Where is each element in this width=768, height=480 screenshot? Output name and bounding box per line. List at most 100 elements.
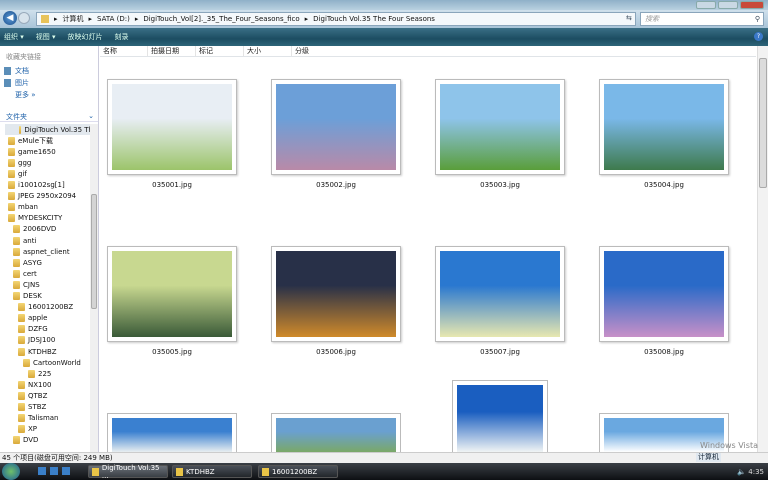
file-scrollbar[interactable] <box>757 46 768 452</box>
task-16001200bz[interactable]: 16001200BZ <box>258 465 338 478</box>
search-icon[interactable]: ⚲ <box>755 13 760 25</box>
favorite-more[interactable]: 更多 » <box>15 90 36 100</box>
tree-item[interactable]: STBZ <box>18 402 46 413</box>
tree-item[interactable]: mban <box>8 202 38 213</box>
file-thumbnail[interactable]: 035001.jpg <box>107 79 237 189</box>
folder-icon <box>13 280 20 289</box>
thumbnail-frame <box>452 380 548 452</box>
tree-item[interactable]: MYDESKCITY <box>8 213 62 224</box>
switch-windows-icon[interactable] <box>62 467 70 475</box>
tree-item-label: eMule下载 <box>18 136 54 145</box>
breadcrumb-sep: ▸ <box>88 15 93 23</box>
breadcrumb-sep: ▸ <box>134 15 139 23</box>
folder-icon <box>18 403 25 411</box>
volume-icon[interactable]: 🔈 <box>737 468 746 476</box>
tree-item[interactable]: ASYG <box>13 257 42 268</box>
file-thumbnail[interactable] <box>271 413 401 452</box>
tree-item[interactable]: QTBZ <box>18 390 47 401</box>
column-size[interactable]: 大小 <box>244 46 292 56</box>
favorite-pictures[interactable]: 图片 <box>4 78 29 88</box>
minimize-button[interactable] <box>696 1 716 9</box>
clock[interactable]: 4:35 <box>748 468 764 476</box>
tree-item[interactable]: NX100 <box>18 379 51 390</box>
file-thumbnail[interactable]: 035004.jpg <box>599 79 729 189</box>
tree-item[interactable]: Talisman <box>18 413 59 424</box>
thumbnail-frame <box>435 246 565 342</box>
file-thumbnail[interactable]: 035008.jpg <box>599 246 729 356</box>
file-thumbnail[interactable]: 035007.jpg <box>435 246 565 356</box>
tree-item[interactable]: JPEG 2950x2094 <box>8 191 76 202</box>
file-thumbnail[interactable]: 035006.jpg <box>271 246 401 356</box>
breadcrumb-drive[interactable]: SATA (D:) <box>97 15 130 23</box>
tree-item[interactable]: gif <box>8 168 27 179</box>
search-input[interactable]: 搜索 ⚲ <box>640 12 764 26</box>
organize-button[interactable]: 组织 ▾ <box>4 32 24 42</box>
tree-item[interactable]: DVD <box>13 435 38 446</box>
tree-item-label: DESK <box>23 292 42 300</box>
column-tags[interactable]: 标记 <box>196 46 244 56</box>
file-thumbnail[interactable]: 035002.jpg <box>271 79 401 189</box>
tree-item[interactable]: XP <box>18 424 37 435</box>
tree-item[interactable]: cert <box>13 268 37 279</box>
tree-scrollbar[interactable] <box>90 124 98 452</box>
folder-icon <box>8 192 15 201</box>
address-bar[interactable]: ▸ 计算机 ▸ SATA (D:) ▸ DigiTouch_Vol[2]._35_T… <box>36 12 636 26</box>
column-date-taken[interactable]: 拍摄日期 <box>148 46 196 56</box>
breadcrumb-computer[interactable]: 计算机 <box>63 14 84 24</box>
tree-item[interactable]: 2006DVD <box>13 224 56 235</box>
tree-item[interactable]: DZFG <box>18 324 48 335</box>
favorite-documents[interactable]: 文档 <box>4 66 29 76</box>
tree-item-label: DVD <box>23 436 39 445</box>
tree-item[interactable]: apple <box>18 313 47 324</box>
tree-item[interactable]: aspnet_client <box>13 246 70 257</box>
folders-label: 文件夹 <box>6 113 27 121</box>
task-ktdhbz[interactable]: KTDHBZ <box>172 465 252 478</box>
task-digitouch[interactable]: DigiTouch Vol.35 ... <box>88 464 168 480</box>
file-thumbnail[interactable] <box>107 413 237 452</box>
close-button[interactable] <box>740 1 764 9</box>
tree-item[interactable]: i100102sg[1] <box>8 180 65 191</box>
file-thumbnail[interactable] <box>452 380 548 452</box>
tree-item[interactable]: DigiTouch Vol.35 Th <box>5 124 93 135</box>
folders-heading[interactable]: 文件夹 ⌄ <box>0 112 98 122</box>
column-name[interactable]: 名称 <box>100 46 148 56</box>
column-rating[interactable]: 分级 <box>292 46 340 56</box>
scrollbar-thumb[interactable] <box>759 58 767 188</box>
tree-item[interactable]: 16001200BZ <box>18 302 73 313</box>
favorite-label: 更多 » <box>15 91 36 99</box>
photo <box>440 84 560 170</box>
file-thumbnail[interactable]: 035005.jpg <box>107 246 237 356</box>
tree-item[interactable]: anti <box>13 235 36 246</box>
breadcrumb-parent[interactable]: DigiTouch_Vol[2]._35_The_Four_Seasons_fi… <box>143 15 299 23</box>
help-icon[interactable]: ? <box>754 32 763 41</box>
tree-item[interactable]: 225 <box>28 368 51 379</box>
maximize-button[interactable] <box>718 1 738 9</box>
folder-icon <box>8 203 15 212</box>
show-desktop-icon[interactable] <box>50 467 58 475</box>
scrollbar-thumb[interactable] <box>91 194 97 309</box>
ie-icon[interactable] <box>38 467 46 475</box>
refresh-icon[interactable]: ⇆ <box>626 14 632 22</box>
file-thumbnail[interactable]: 035003.jpg <box>435 79 565 189</box>
tree-item[interactable]: eMule下载 <box>8 135 53 146</box>
tree-item-label: ggg <box>18 158 32 167</box>
start-button[interactable] <box>2 463 20 480</box>
tree-item[interactable]: DESK <box>13 291 42 302</box>
back-button[interactable]: ◀ <box>3 11 17 25</box>
photo <box>112 251 232 337</box>
breadcrumb-sep: ▸ <box>304 15 309 23</box>
folder-icon <box>18 303 25 312</box>
breadcrumb-current[interactable]: DigiTouch Vol.35 The Four Seasons <box>313 15 435 23</box>
tree-item[interactable]: CartoonWorld <box>23 357 81 368</box>
tree-item[interactable]: game1650 <box>8 146 56 157</box>
folder-icon <box>13 292 20 300</box>
burn-button[interactable]: 刻录 <box>115 32 129 42</box>
tree-item[interactable]: CJNS <box>13 279 40 290</box>
tree-item[interactable]: KTDHBZ <box>18 346 57 357</box>
forward-button[interactable] <box>18 12 30 24</box>
tree-item[interactable]: JDSJ100 <box>18 335 55 346</box>
slideshow-button[interactable]: 放映幻灯片 <box>68 32 103 42</box>
tree-item[interactable]: ggg <box>8 157 31 168</box>
tree-item-label: XP <box>28 425 38 434</box>
views-button[interactable]: 视图 ▾ <box>36 32 56 42</box>
